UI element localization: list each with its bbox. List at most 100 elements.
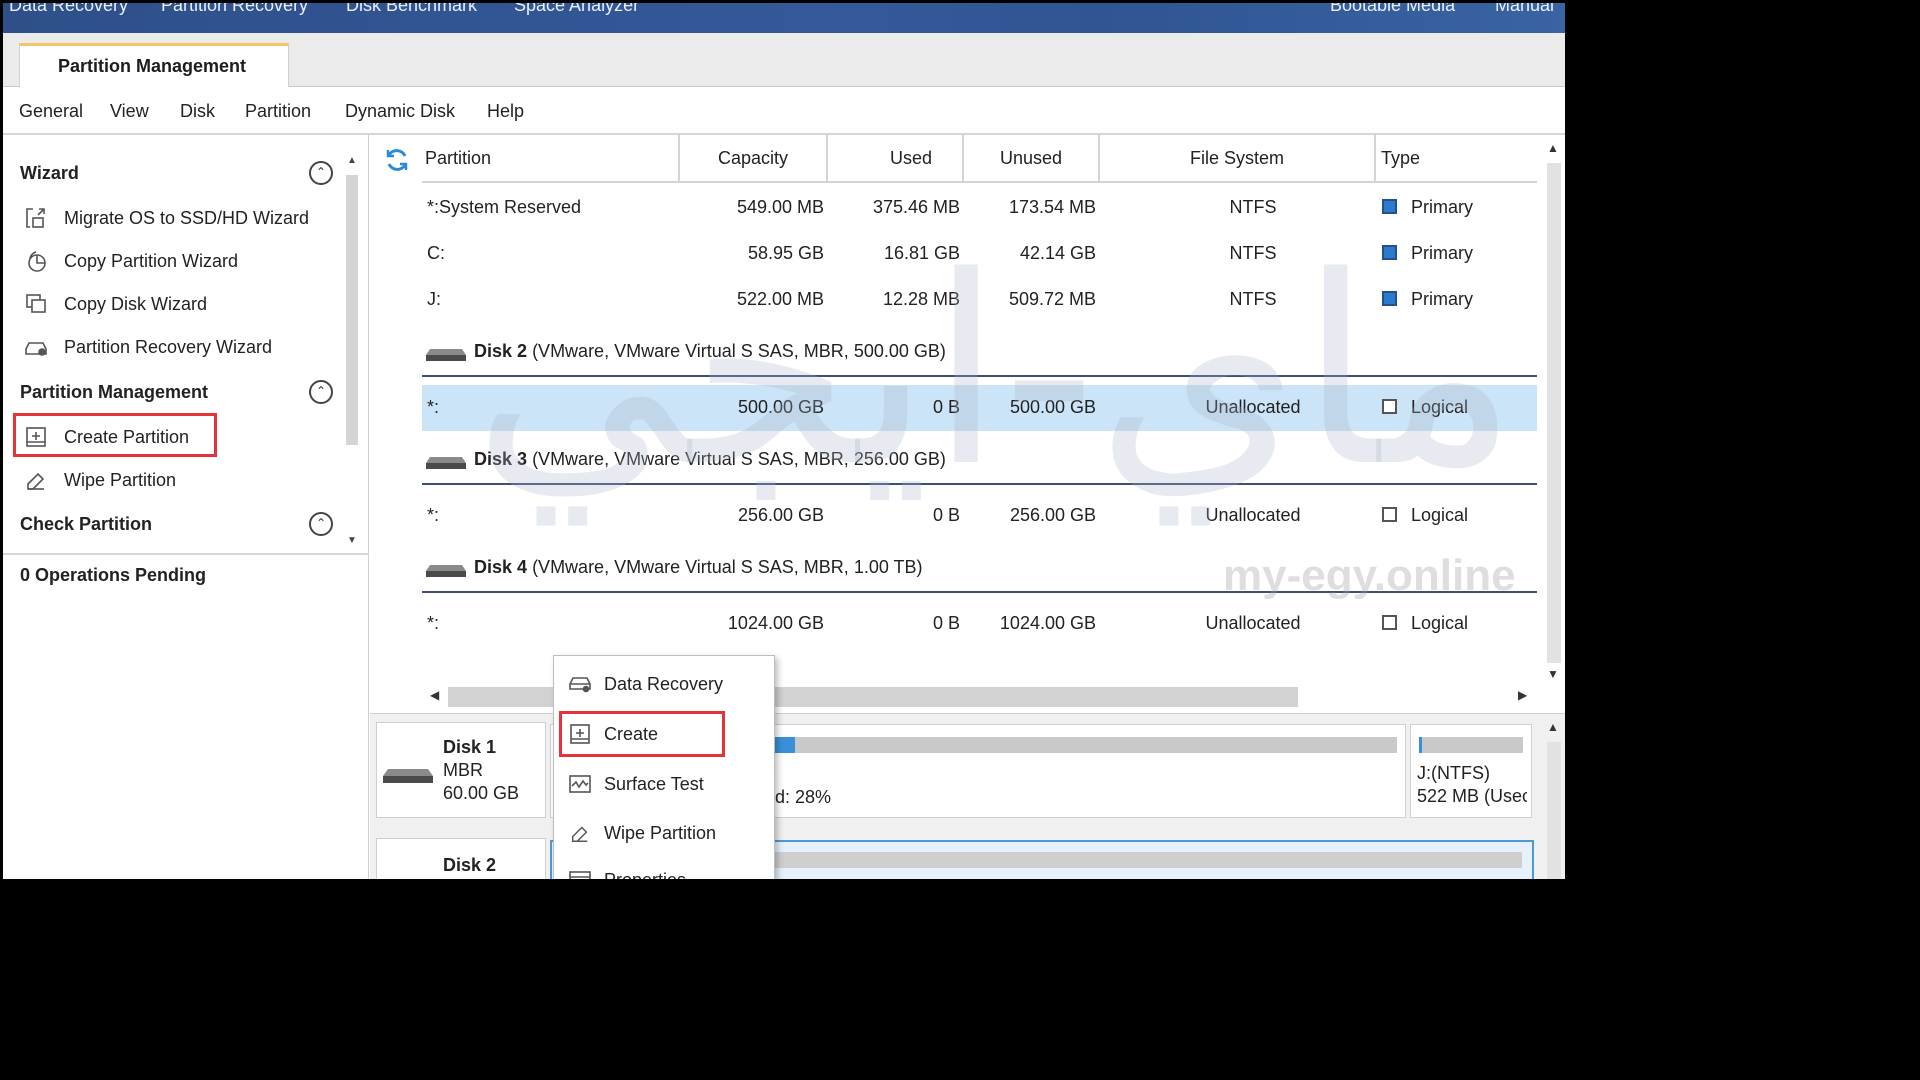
cell-type: Primary [1382,197,1473,218]
type-label: Logical [1411,397,1469,417]
j-partition-label: J:(NTFS) [1417,763,1490,783]
sidebar-scroll-thumb[interactable] [346,175,358,445]
top-nav-partition-recovery[interactable]: Partition Recovery [161,3,308,16]
disk-title: Disk 3 (VMware, VMware Virtual S SAS, MB… [474,449,946,470]
j-partition-size: 522 MB (Usec [1417,786,1527,806]
disk-map-j-partition[interactable]: J:(NTFS) 522 MB (Usec [1410,724,1532,818]
app-window: Data Recovery Partition Recovery Disk Be… [3,3,1565,879]
disk-header-row[interactable]: Disk 3 (VMware, VMware Virtual S SAS, MB… [422,439,1537,485]
menu-disk[interactable]: Disk [180,101,215,122]
cell-type: Primary [1382,243,1473,264]
properties-icon [568,870,592,879]
tab-label: Partition Management [58,56,247,76]
table-vertical-scrollbar[interactable]: ▲ ▼ [1541,135,1565,681]
type-label: Primary [1411,197,1473,217]
scroll-up-arrow-icon[interactable]: ▲ [347,155,357,166]
cell-unused: 509.72 MB [1008,289,1096,309]
partition-recovery-icon [23,335,49,359]
top-nav-manual[interactable]: Manual [1495,3,1554,16]
partition-management-collapse-icon[interactable]: ⌃ [309,380,333,404]
menu-help[interactable]: Help [487,101,524,122]
cell-capacity: 500.00 GB [737,397,824,417]
context-menu-properties[interactable]: Properties [554,858,774,879]
scroll-left-arrow-icon[interactable]: ◀ [430,688,439,702]
menu-view[interactable]: View [110,101,149,122]
check-partition-collapse-icon[interactable]: ⌃ [309,512,333,536]
check-partition-section-title: Check Partition [20,514,153,534]
column-used[interactable]: Used [828,135,964,181]
cell-type: Primary [1382,289,1473,310]
table-row[interactable]: *: 256.00 GB 0 B 256.00 GB Unallocated L… [422,493,1537,539]
context-menu-data-recovery[interactable]: Data Recovery [554,662,774,706]
disk-map-scroll-thumb[interactable] [1547,742,1561,879]
sidebar-scrollbar[interactable]: ▲ ▼ [343,155,363,546]
cell-file-system: NTFS [1229,289,1277,309]
operations-pending: 0 Operations Pending [20,565,207,585]
tab-partition-management[interactable]: Partition Management [19,43,289,88]
scroll-right-arrow-icon[interactable]: ▶ [1518,688,1527,702]
top-nav-bootable-media[interactable]: Bootable Media [1330,3,1455,16]
table-row-selected[interactable]: *: 500.00 GB 0 B 500.00 GB Unallocated L… [422,385,1537,431]
sidebar-item-copy-disk[interactable]: Copy Disk Wizard [23,289,333,319]
top-nav-space-analyzer[interactable]: Space Analyzer [514,3,639,16]
context-menu-surface-test[interactable]: Surface Test [554,762,774,806]
top-nav-disk-benchmark[interactable]: Disk Benchmark [346,3,477,16]
copy-partition-icon [23,249,49,273]
disk-name: Disk 2 [474,341,528,361]
top-nav-bar: Data Recovery Partition Recovery Disk Be… [3,3,1565,33]
sidebar-divider [3,553,369,555]
table-row[interactable]: *:System Reserved 549.00 MB 375.46 MB 17… [422,185,1537,231]
disk-map-disk1-card[interactable]: Disk 1 MBR 60.00 GB [376,722,546,818]
column-file-system[interactable]: File System [1100,135,1376,181]
scroll-up-arrow-icon[interactable]: ▲ [1547,720,1559,734]
column-partition[interactable]: Partition [422,135,680,181]
cell-unused: 500.00 GB [1009,397,1096,417]
eraser-icon [568,823,592,843]
sidebar-item-wipe-partition[interactable]: Wipe Partition [23,465,333,495]
cell-capacity: 256.00 GB [737,505,824,525]
menu-general[interactable]: General [19,101,83,122]
refresh-icon[interactable] [384,147,410,173]
primary-type-icon [1382,245,1397,260]
disk-map-disk2-card[interactable]: Disk 2 MBR [376,838,546,879]
primary-type-icon [1382,291,1397,306]
cell-used: 12.28 MB [882,289,960,309]
table-row[interactable]: *: 1024.00 GB 0 B 1024.00 GB Unallocated… [422,601,1537,647]
column-capacity[interactable]: Capacity [680,135,828,181]
cell-file-system: Unallocated [1205,505,1301,525]
cell-type: Logical [1382,505,1468,526]
top-nav-data-recovery[interactable]: Data Recovery [9,3,128,16]
context-menu-label: Properties [604,870,686,880]
disk-map-scrollbar[interactable]: ▲ [1541,714,1565,879]
column-type[interactable]: Type [1376,135,1536,181]
cell-partition: *: [427,397,440,417]
disk-header-row[interactable]: Disk 4 (VMware, VMware Virtual S SAS, MB… [422,547,1537,593]
j-usage-bar [1419,737,1523,753]
context-menu-wipe-partition[interactable]: Wipe Partition [554,811,774,855]
cell-partition: *: [427,613,440,633]
cell-file-system: Unallocated [1205,613,1301,633]
partition-management-section-title: Partition Management [20,382,209,402]
wizard-collapse-icon[interactable]: ⌃ [309,161,333,185]
table-header: Partition Capacity Used Unused File Syst… [422,135,1537,183]
sidebar-item-partition-recovery[interactable]: Partition Recovery Wizard [23,332,333,362]
context-menu-label: Wipe Partition [604,822,717,843]
scroll-up-arrow-icon[interactable]: ▲ [1547,141,1559,155]
scroll-down-arrow-icon[interactable]: ▼ [347,535,357,546]
sidebar-item-migrate-os[interactable]: Migrate OS to SSD/HD Wizard [23,203,333,233]
cell-file-system: NTFS [1229,197,1277,217]
sidebar-item-copy-partition[interactable]: Copy Partition Wizard [23,246,333,276]
disk-header-row[interactable]: Disk 2 (VMware, VMware Virtual S SAS, MB… [422,331,1537,377]
scroll-down-arrow-icon[interactable]: ▼ [1547,667,1559,681]
table-row[interactable]: J: 522.00 MB 12.28 MB 509.72 MB NTFS Pri… [422,277,1537,323]
disk-map: Disk 1 MBR 60.00 GB d: 28% J:(NTFS) 522 … [370,713,1565,879]
column-unused[interactable]: Unused [964,135,1100,181]
cell-type: Logical [1382,613,1468,634]
menu-dynamic-disk[interactable]: Dynamic Disk [345,101,455,122]
table-vscroll-thumb[interactable] [1547,163,1561,663]
menu-partition[interactable]: Partition [245,101,311,122]
table-row[interactable]: C: 58.95 GB 16.81 GB 42.14 GB NTFS Prima… [422,231,1537,277]
disk1-size: 60.00 GB [443,783,520,803]
sidebar-item-label: Wipe Partition [64,469,177,490]
cell-used: 0 B [932,397,960,417]
